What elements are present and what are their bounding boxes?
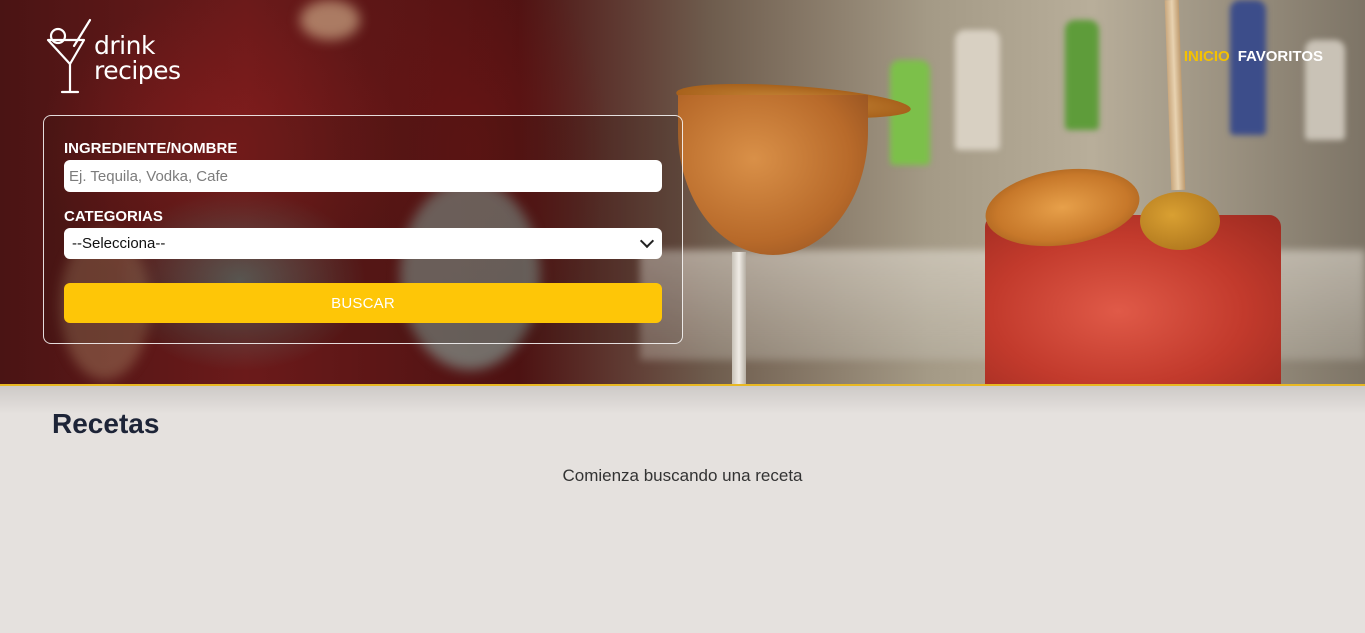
straw-decoration — [1164, 0, 1186, 191]
hero-shadow — [0, 386, 1365, 414]
main-nav: INICIO FAVORITOS — [1184, 48, 1323, 65]
bottle-decoration — [1230, 0, 1266, 135]
nav-link-favoritos[interactable]: FAVORITOS — [1238, 48, 1323, 65]
cocktail-glass-icon — [46, 18, 92, 94]
ingredient-label: INGREDIENTE/NOMBRE — [64, 140, 238, 157]
bottle-decoration — [955, 30, 1000, 150]
nav-link-inicio[interactable]: INICIO — [1184, 48, 1230, 65]
search-button[interactable]: BUSCAR — [64, 283, 662, 323]
coupe-stem-decoration — [732, 252, 746, 386]
category-select[interactable]: --Selecciona-- — [64, 228, 662, 259]
logo-line-2: recipes — [94, 56, 181, 85]
category-selected-value: --Selecciona-- — [72, 235, 166, 252]
site-logo[interactable]: drink recipes — [44, 18, 181, 96]
category-label: CATEGORIAS — [64, 208, 163, 225]
search-form: INGREDIENTE/NOMBRE CATEGORIAS --Seleccio… — [43, 115, 683, 344]
hero-banner: drink recipes INICIO FAVORITOS INGREDIEN… — [0, 0, 1365, 386]
coupe-cocktail-decoration — [678, 95, 868, 255]
logo-line-1: drink — [94, 31, 155, 60]
empty-state-message: Comienza buscando una receta — [562, 466, 803, 485]
chevron-down-icon — [639, 233, 655, 249]
light-decoration — [300, 0, 360, 40]
logo-wordmark: drink recipes — [94, 33, 181, 83]
garnish-decoration — [1140, 192, 1220, 250]
bottle-decoration — [1065, 20, 1099, 130]
ingredient-input[interactable] — [64, 160, 662, 192]
page-title: Recetas — [52, 408, 160, 439]
